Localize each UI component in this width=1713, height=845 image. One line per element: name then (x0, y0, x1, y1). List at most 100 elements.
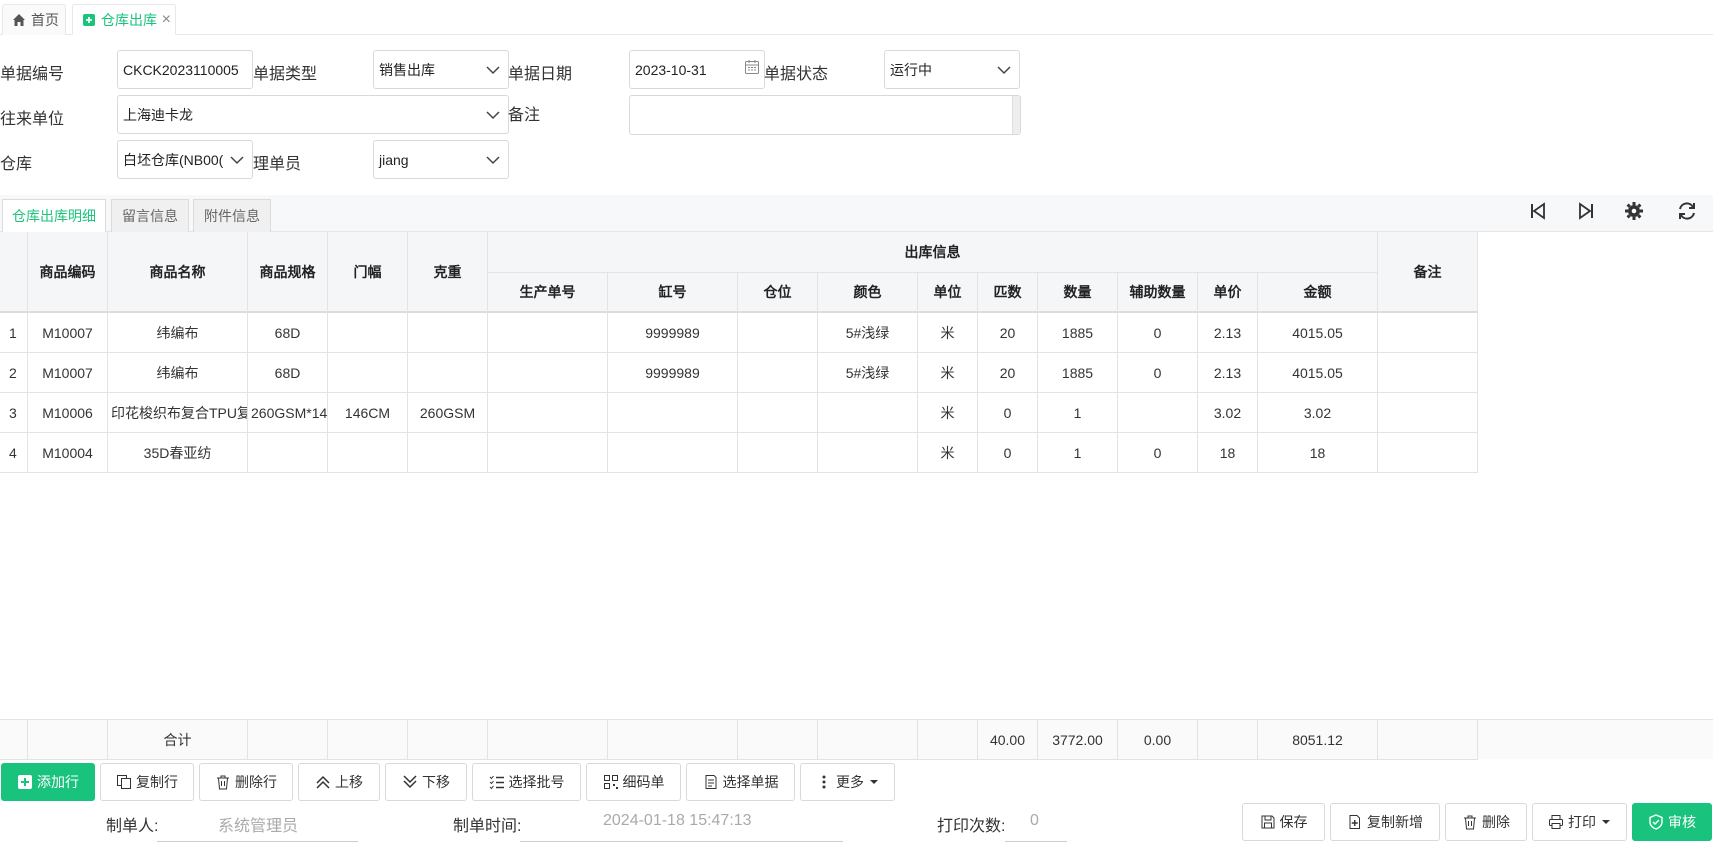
cell-vat-no[interactable] (608, 433, 738, 473)
cell-color[interactable]: 5#浅绿 (818, 353, 918, 393)
cell-weight[interactable] (408, 313, 488, 353)
cell-aux-qty[interactable]: 0 (1118, 313, 1198, 353)
cell-weight[interactable]: 260GSM (408, 393, 488, 433)
cell-pieces[interactable]: 0 (978, 393, 1038, 433)
cell-prod-no[interactable] (488, 313, 608, 353)
cell-pieces[interactable]: 20 (978, 313, 1038, 353)
cell-location[interactable] (738, 313, 818, 353)
cell-unit[interactable]: 米 (918, 393, 978, 433)
partner-select[interactable]: 上海迪卡龙 (117, 95, 509, 134)
select-doc-label: 选择单据 (722, 774, 779, 790)
cell-qty[interactable]: 1885 (1038, 353, 1118, 393)
cell-spec[interactable]: 260GSM*14 (248, 393, 328, 433)
cell-name[interactable]: 35D春亚纺 (108, 433, 248, 473)
cell-qty[interactable]: 1 (1038, 393, 1118, 433)
gear-icon[interactable] (1623, 200, 1645, 222)
move-down-button[interactable]: 下移 (385, 763, 467, 801)
doc-date-field[interactable]: 2023-10-31 (629, 50, 765, 89)
cell-spec[interactable] (248, 433, 328, 473)
cell-location[interactable] (738, 433, 818, 473)
select-doc-button[interactable]: 选择单据 (686, 763, 795, 801)
cell-unit[interactable]: 米 (918, 353, 978, 393)
cell-vat-no[interactable] (608, 393, 738, 433)
double-chevron-up-icon (316, 775, 330, 789)
cell-width[interactable] (328, 353, 408, 393)
cell-color[interactable] (818, 393, 918, 433)
tab-out-detail[interactable]: 仓库出库明细 (2, 199, 106, 232)
tab-warehouse-out[interactable]: 仓库出库 × (72, 4, 176, 35)
cell-price[interactable]: 18 (1198, 433, 1258, 473)
skip-last-icon[interactable] (1575, 200, 1597, 222)
cell-amount[interactable]: 4015.05 (1258, 313, 1378, 353)
select-batch-button[interactable]: 选择批号 (472, 763, 581, 801)
audit-button[interactable]: 审核 (1632, 803, 1712, 841)
cell-vat-no[interactable]: 9999989 (608, 313, 738, 353)
cell-prod-no[interactable] (488, 393, 608, 433)
cell-location[interactable] (738, 353, 818, 393)
cell-prod-no[interactable] (488, 353, 608, 393)
cell-code[interactable]: M10006 (28, 393, 108, 433)
cell-qty[interactable]: 1 (1038, 433, 1118, 473)
cell-price[interactable]: 2.13 (1198, 353, 1258, 393)
resize-handle[interactable] (1012, 96, 1020, 134)
close-icon[interactable]: × (162, 11, 171, 29)
save-button[interactable]: 保存 (1242, 803, 1325, 841)
move-up-button[interactable]: 上移 (298, 763, 380, 801)
cell-weight[interactable] (408, 433, 488, 473)
cell-color[interactable]: 5#浅绿 (818, 313, 918, 353)
cell-name[interactable]: 纬编布 (108, 313, 248, 353)
cell-weight[interactable] (408, 353, 488, 393)
cell-aux-qty[interactable]: 0 (1118, 433, 1198, 473)
barcode-list-button[interactable]: 细码单 (586, 763, 681, 801)
warehouse-select[interactable]: 白坯仓库(NB00( (117, 140, 253, 179)
tab-attachments[interactable]: 附件信息 (193, 199, 271, 232)
cell-width[interactable] (328, 433, 408, 473)
copy-row-button[interactable]: 复制行 (100, 763, 194, 801)
print-button[interactable]: 打印 (1532, 803, 1627, 841)
cell-code[interactable]: M10007 (28, 313, 108, 353)
cell-price[interactable]: 3.02 (1198, 393, 1258, 433)
cell-remark[interactable] (1378, 313, 1478, 353)
cell-name[interactable]: 印花梭织布复合TPU复 (108, 393, 248, 433)
cell-prod-no[interactable] (488, 433, 608, 473)
cell-unit[interactable]: 米 (918, 433, 978, 473)
cell-unit[interactable]: 米 (918, 313, 978, 353)
calendar-icon[interactable] (744, 59, 760, 75)
more-button[interactable]: 更多 (800, 763, 895, 801)
cell-spec[interactable]: 68D (248, 313, 328, 353)
cell-remark[interactable] (1378, 393, 1478, 433)
remark-field[interactable] (629, 95, 1021, 135)
cell-vat-no[interactable]: 9999989 (608, 353, 738, 393)
doc-no-field[interactable]: CKCK2023110005 (117, 50, 253, 89)
cell-remark[interactable] (1378, 433, 1478, 473)
cell-location[interactable] (738, 393, 818, 433)
cell-amount[interactable]: 18 (1258, 433, 1378, 473)
cell-aux-qty[interactable]: 0 (1118, 353, 1198, 393)
delete-row-button[interactable]: 删除行 (199, 763, 293, 801)
cell-spec[interactable]: 68D (248, 353, 328, 393)
cell-aux-qty[interactable] (1118, 393, 1198, 433)
cell-code[interactable]: M10004 (28, 433, 108, 473)
copy-new-button[interactable]: 复制新增 (1330, 803, 1440, 841)
add-row-button[interactable]: 添加行 (1, 763, 95, 801)
cell-amount[interactable]: 4015.05 (1258, 353, 1378, 393)
cell-qty[interactable]: 1885 (1038, 313, 1118, 353)
tab-home[interactable]: 首页 (2, 4, 66, 35)
cell-width[interactable] (328, 313, 408, 353)
cell-price[interactable]: 2.13 (1198, 313, 1258, 353)
doc-type-select[interactable]: 销售出库 (373, 50, 509, 89)
cell-pieces[interactable]: 20 (978, 353, 1038, 393)
cell-pieces[interactable]: 0 (978, 433, 1038, 473)
doc-status-select[interactable]: 运行中 (884, 50, 1020, 89)
cell-width[interactable]: 146CM (328, 393, 408, 433)
delete-button[interactable]: 删除 (1445, 803, 1527, 841)
refresh-icon[interactable] (1676, 200, 1698, 222)
cell-remark[interactable] (1378, 353, 1478, 393)
handler-select[interactable]: jiang (373, 140, 509, 179)
cell-amount[interactable]: 3.02 (1258, 393, 1378, 433)
skip-first-icon[interactable] (1527, 200, 1549, 222)
cell-code[interactable]: M10007 (28, 353, 108, 393)
cell-name[interactable]: 纬编布 (108, 353, 248, 393)
cell-color[interactable] (818, 433, 918, 473)
tab-messages[interactable]: 留言信息 (111, 199, 189, 232)
